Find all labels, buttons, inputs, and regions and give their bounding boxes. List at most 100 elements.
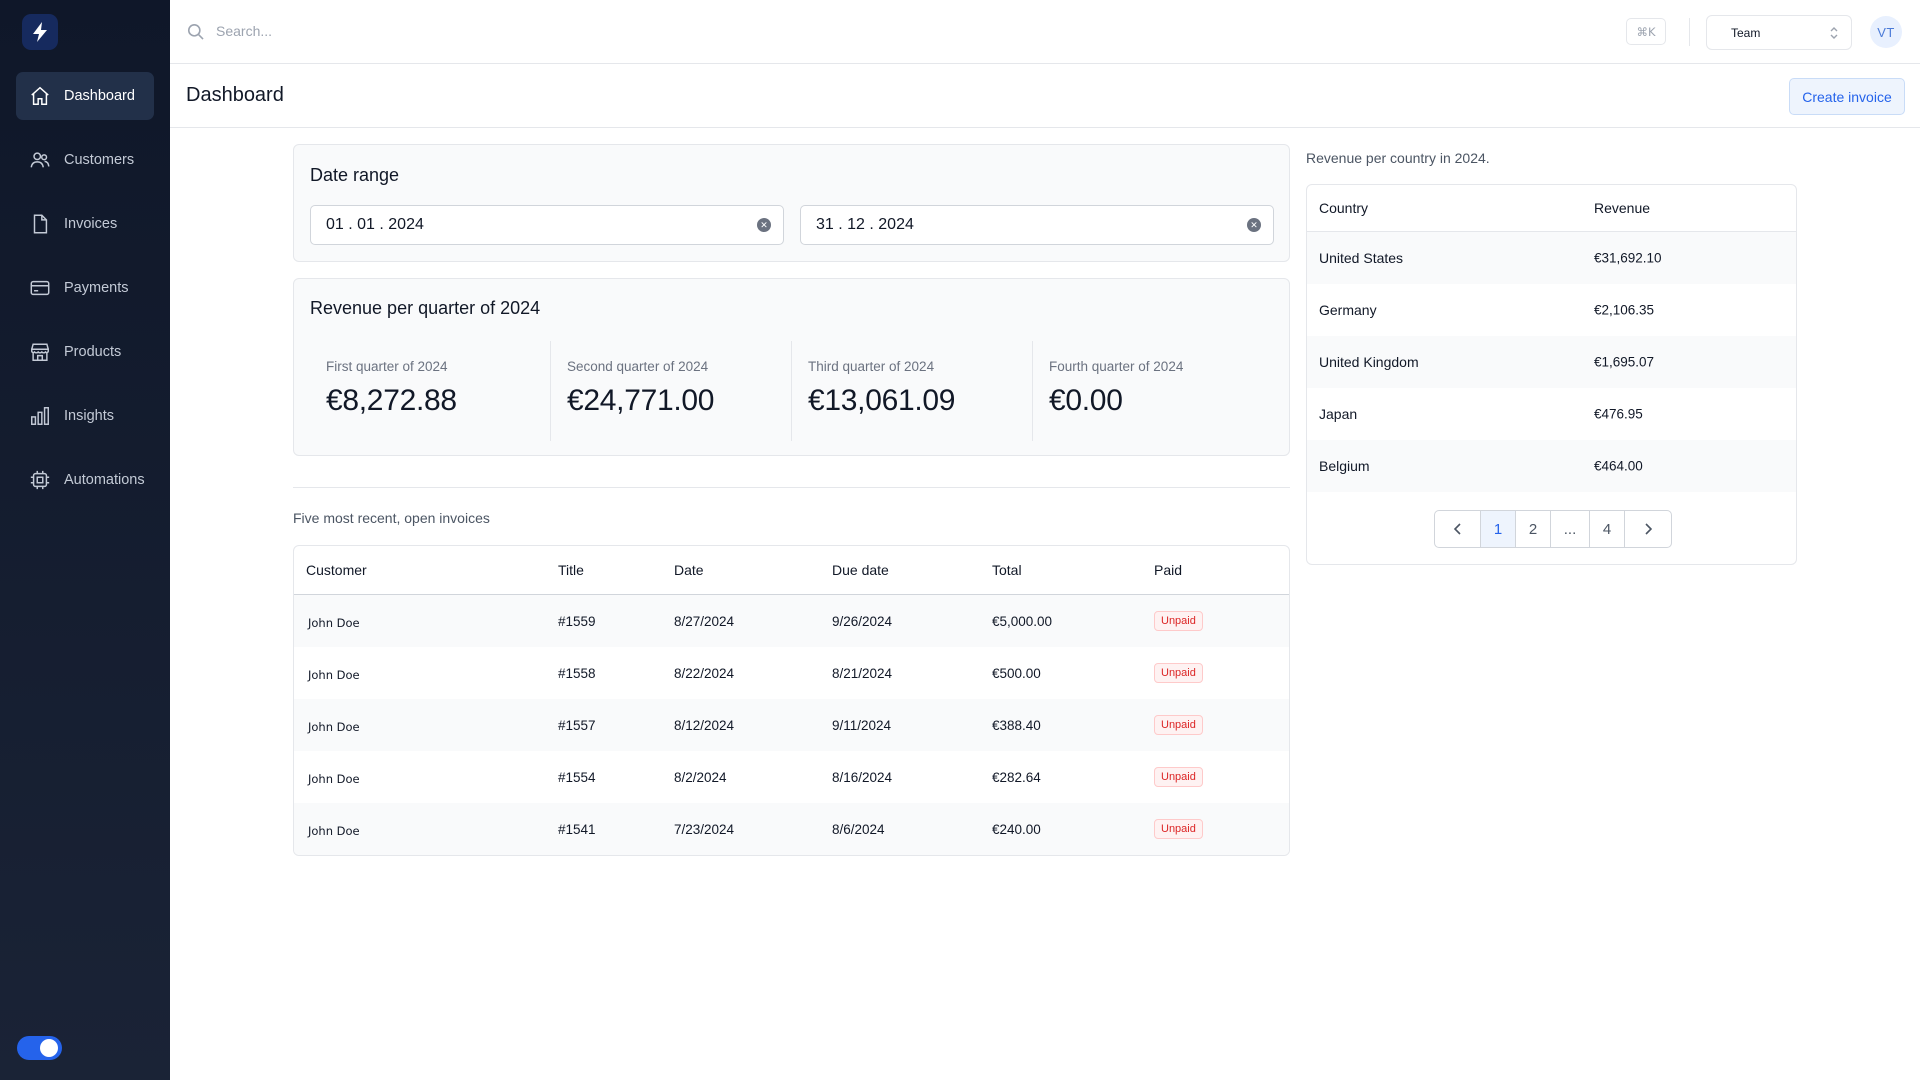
start-date-input[interactable]: 01 . 01 . 2024 ✕	[310, 205, 784, 245]
pagination-page-1[interactable]: 1	[1481, 511, 1516, 547]
quarter-revenue-card: Revenue per quarter of 2024 First quarte…	[293, 278, 1290, 456]
chevron-up-down-icon	[1829, 25, 1839, 44]
pagination-page-4[interactable]: 4	[1590, 511, 1625, 547]
sidebar-item-label: Customers	[64, 152, 135, 168]
table-row[interactable]: Japan €476.95	[1307, 388, 1796, 440]
cell-date: 8/22/2024	[674, 665, 735, 681]
table-body: John Doe #1559 8/27/2024 9/26/2024 €5,00…	[294, 595, 1289, 855]
clear-icon[interactable]: ✕	[757, 218, 771, 232]
quarter-label: Third quarter of 2024	[808, 359, 935, 374]
avatar[interactable]: VT	[1870, 16, 1902, 48]
sidebar-item-payments[interactable]: Payments	[16, 264, 154, 312]
table-body: United States €31,692.10 Germany €2,106.…	[1307, 232, 1796, 492]
topbar: ⌘K Team VT	[170, 0, 1920, 64]
country-caption: Revenue per country in 2024.	[1306, 150, 1490, 166]
chevron-right-icon	[1645, 523, 1653, 535]
page-title: Dashboard	[186, 84, 284, 106]
column-header-due-date[interactable]: Due date	[832, 562, 889, 578]
table-row[interactable]: John Doe #1557 8/12/2024 9/11/2024 €388.…	[294, 699, 1289, 751]
table-row[interactable]: John Doe #1558 8/22/2024 8/21/2024 €500.…	[294, 647, 1289, 699]
sidebar-item-label: Payments	[64, 280, 129, 296]
cell-total: €5,000.00	[992, 613, 1053, 629]
team-select-value: Team	[1731, 25, 1761, 40]
table-row[interactable]: John Doe #1541 7/23/2024 8/6/2024 €240.0…	[294, 803, 1289, 855]
pagination-next-button[interactable]	[1625, 511, 1671, 547]
logo[interactable]	[22, 14, 58, 50]
sidebar-item-dashboard[interactable]: Dashboard	[16, 72, 154, 120]
section-divider	[293, 487, 1290, 488]
status-badge: Unpaid	[1154, 819, 1203, 839]
column-header-customer[interactable]: Customer	[306, 562, 367, 578]
sidebar-item-insights[interactable]: Insights	[16, 392, 154, 440]
status-badge: Unpaid	[1154, 767, 1203, 787]
table-row[interactable]: John Doe #1559 8/27/2024 9/26/2024 €5,00…	[294, 595, 1289, 647]
pagination: 1 2 ... 4	[1434, 510, 1672, 548]
end-date-input[interactable]: 31 . 12 . 2024 ✕	[800, 205, 1274, 245]
chevron-left-icon	[1453, 523, 1461, 535]
cell-customer: John Doe	[308, 616, 360, 630]
table-header: Customer Title Date Due date Total Paid	[294, 546, 1289, 595]
cell-total: €282.64	[992, 769, 1041, 785]
quarter-label: First quarter of 2024	[326, 359, 448, 374]
cell-country: United States	[1319, 250, 1404, 266]
pagination-prev-button[interactable]	[1435, 511, 1481, 547]
pagination-page-2[interactable]: 2	[1516, 511, 1551, 547]
cell-title: #1541	[558, 821, 596, 837]
table-row[interactable]: Belgium €464.00	[1307, 440, 1796, 492]
column-header-paid[interactable]: Paid	[1154, 562, 1182, 578]
date-range-card: Date range 01 . 01 . 2024 ✕ 31 . 12 . 20…	[293, 144, 1290, 262]
column-header-total[interactable]: Total	[992, 562, 1022, 578]
column-header-title[interactable]: Title	[558, 562, 584, 578]
lightning-icon	[33, 22, 47, 42]
clear-icon[interactable]: ✕	[1247, 218, 1261, 232]
toggle-knob	[40, 1039, 58, 1057]
create-invoice-button[interactable]: Create invoice	[1789, 78, 1905, 115]
search-input[interactable]	[216, 18, 616, 44]
table-row[interactable]: Germany €2,106.35	[1307, 284, 1796, 336]
cell-revenue: €31,692.10	[1594, 250, 1662, 266]
quarter-label: Fourth quarter of 2024	[1049, 359, 1184, 374]
quarter-label: Second quarter of 2024	[567, 359, 709, 374]
column-header-revenue[interactable]: Revenue	[1594, 200, 1650, 216]
cell-title: #1554	[558, 769, 596, 785]
team-select[interactable]: Team	[1706, 15, 1852, 50]
sidebar-item-label: Invoices	[64, 216, 118, 232]
chip-icon	[28, 468, 52, 492]
cell-due-date: 9/11/2024	[832, 717, 892, 733]
cell-country: Germany	[1319, 302, 1377, 318]
invoices-table: Customer Title Date Due date Total Paid …	[293, 545, 1290, 856]
quarter-stat: First quarter of 2024 €8,272.88	[310, 341, 551, 441]
sidebar-item-automations[interactable]: Automations	[16, 456, 154, 504]
quarter-value: €0.00	[1049, 384, 1123, 417]
theme-toggle[interactable]	[17, 1036, 62, 1060]
status-badge: Unpaid	[1154, 715, 1203, 735]
quarter-value: €13,061.09	[808, 384, 956, 417]
cell-customer: John Doe	[308, 824, 360, 838]
cell-revenue: €464.00	[1594, 458, 1643, 474]
start-date-value: 01 . 01 . 2024	[326, 216, 424, 233]
column-header-date[interactable]: Date	[674, 562, 704, 578]
page-header: Dashboard Create invoice	[170, 64, 1920, 128]
cell-due-date: 9/26/2024	[832, 613, 893, 629]
credit-card-icon	[28, 276, 52, 300]
cell-country: Japan	[1319, 406, 1358, 422]
divider	[1689, 18, 1690, 46]
table-row[interactable]: United Kingdom €1,695.07	[1307, 336, 1796, 388]
table-row[interactable]: John Doe #1554 8/2/2024 8/16/2024 €282.6…	[294, 751, 1289, 803]
sidebar-item-customers[interactable]: Customers	[16, 136, 154, 184]
document-icon	[28, 212, 52, 236]
pagination-ellipsis[interactable]: ...	[1551, 511, 1590, 547]
sidebar-item-invoices[interactable]: Invoices	[16, 200, 154, 248]
table-row[interactable]: United States €31,692.10	[1307, 232, 1796, 284]
sidebar-item-label: Products	[64, 344, 122, 360]
sidebar-item-products[interactable]: Products	[16, 328, 154, 376]
column-header-country[interactable]: Country	[1319, 200, 1368, 216]
cell-customer: John Doe	[308, 668, 360, 682]
search-icon	[186, 22, 205, 46]
end-date-value: 31 . 12 . 2024	[816, 216, 914, 233]
sidebar-item-label: Dashboard	[64, 88, 135, 104]
country-revenue-table: Country Revenue United States €31,692.10…	[1306, 184, 1797, 565]
cell-title: #1558	[558, 665, 596, 681]
bar-chart-icon	[28, 404, 52, 428]
cell-revenue: €476.95	[1594, 406, 1643, 422]
